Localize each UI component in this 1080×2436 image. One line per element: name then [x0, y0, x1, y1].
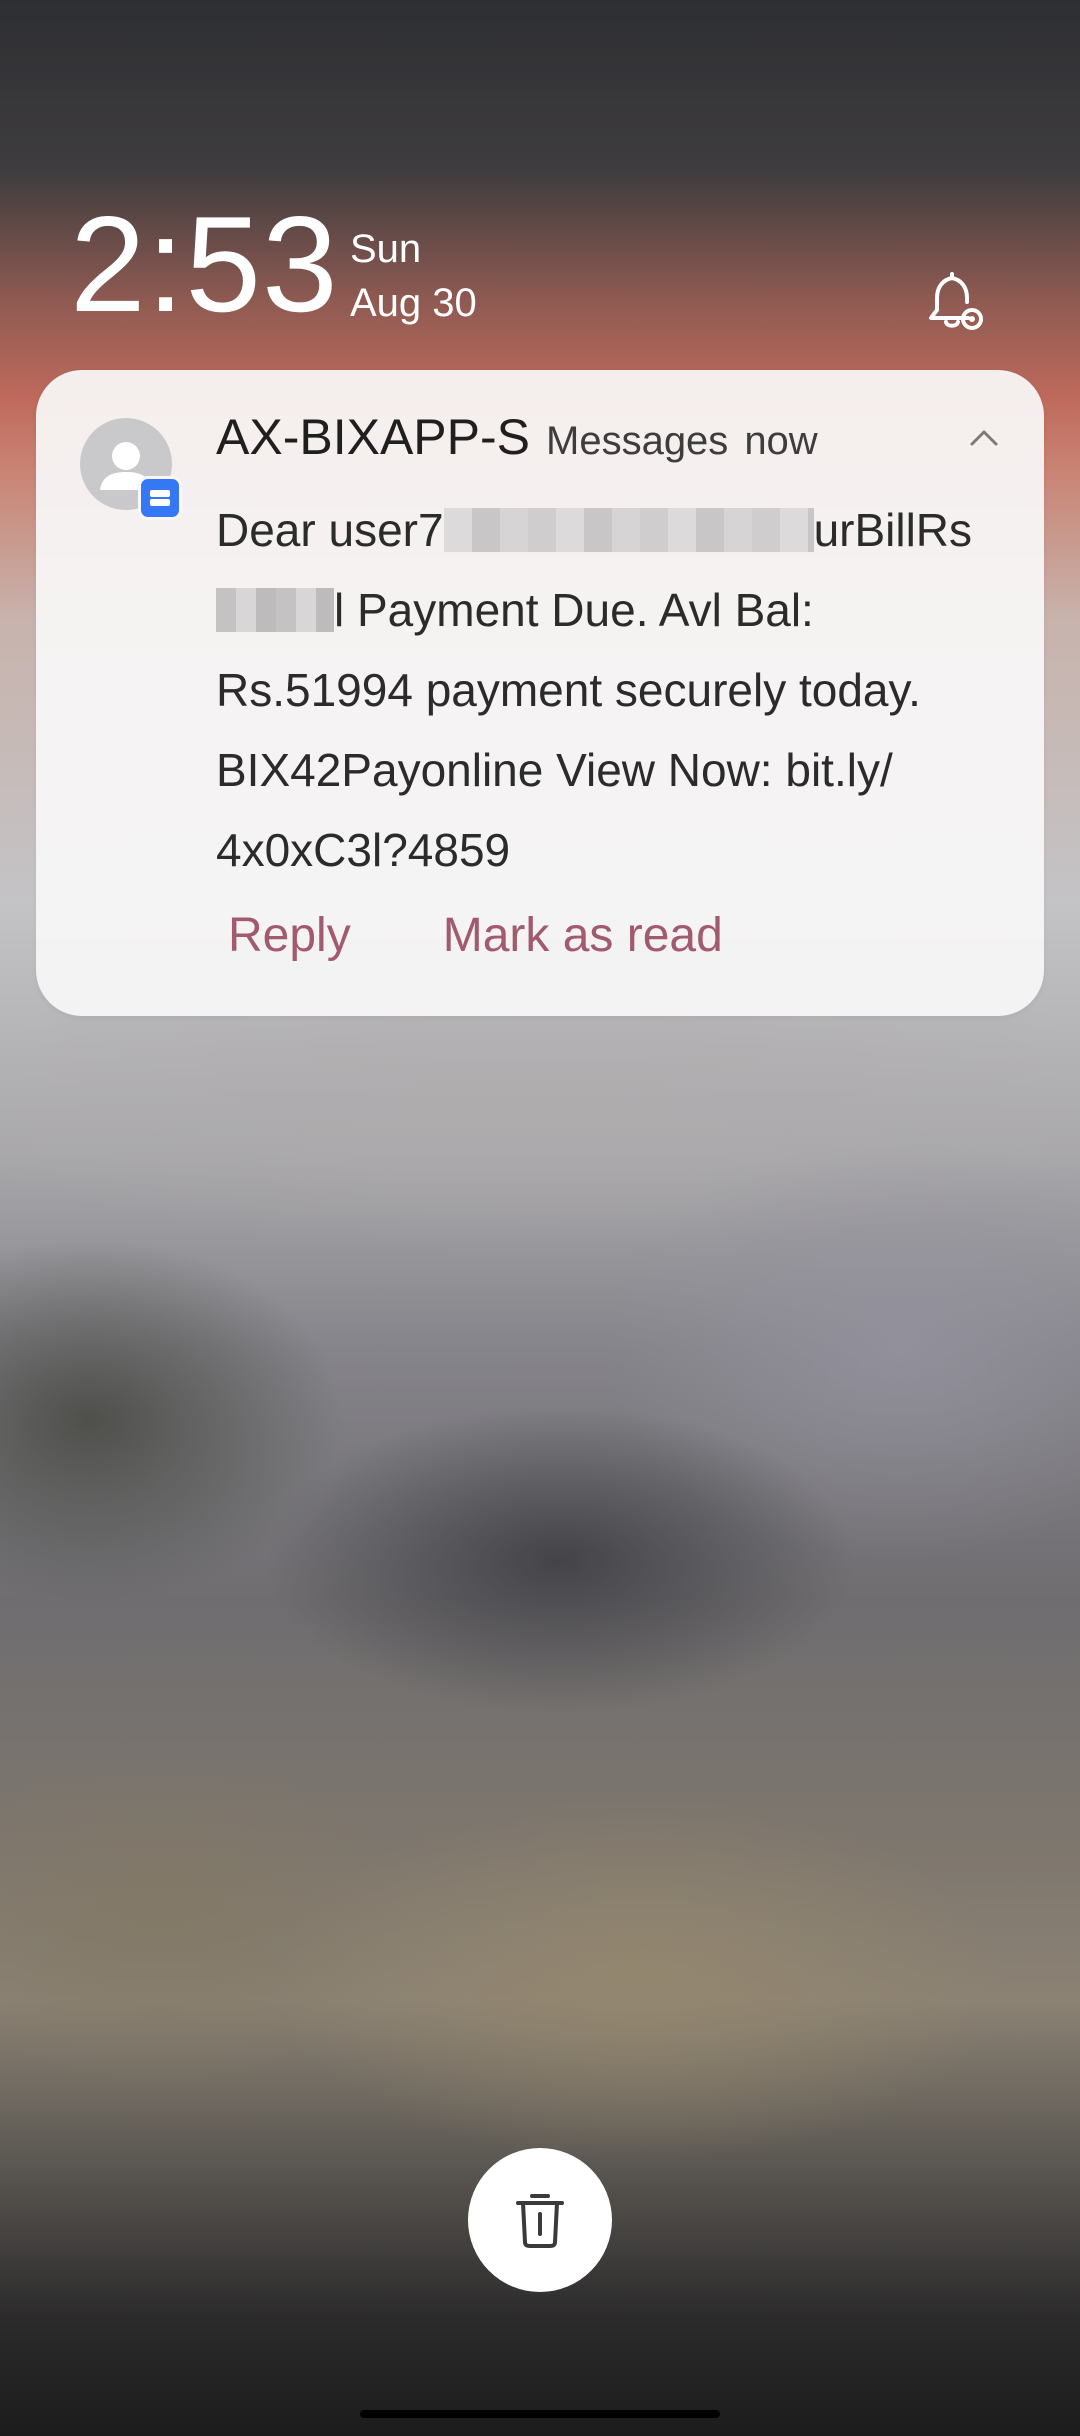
day-label: Sun [350, 227, 422, 271]
message-notification-card[interactable]: AX-BIXAPP-S Messages now Dear user7 urBil… [36, 370, 1044, 1016]
clear-notifications-button[interactable] [468, 2148, 612, 2292]
chevron-up-icon[interactable] [964, 422, 1004, 452]
message-line: l Payment Due. Avl Bal: [216, 570, 1016, 650]
date-block: Sun Aug 30 [350, 222, 477, 330]
message-line: Rs.51994 payment securely today. [216, 664, 921, 716]
clock-time: 2:53 [70, 188, 339, 340]
mark-as-read-button[interactable]: Mark as read [443, 908, 723, 963]
app-name: Messages [546, 419, 729, 463]
notification-actions: Reply Mark as read [228, 908, 723, 963]
redacted-text [216, 587, 334, 632]
sender-name: AX-BIXAPP-S [216, 409, 530, 465]
bell-settings-icon[interactable] [922, 268, 988, 334]
date-label: Aug 30 [350, 281, 477, 325]
message-line: Dear user7 urBillRs [216, 504, 973, 556]
message-line: BIX42Payonline View Now: bit.ly/ [216, 744, 893, 796]
reply-button[interactable]: Reply [228, 908, 351, 963]
notification-header: AX-BIXAPP-S Messages now [216, 408, 818, 478]
notification-time: now [744, 419, 818, 463]
message-body: Dear user7 urBillRs l Payment Due. Avl Ba… [216, 490, 1016, 890]
trash-icon [516, 2194, 564, 2248]
home-indicator[interactable] [360, 2410, 720, 2418]
message-icon [150, 490, 170, 506]
redacted-text [443, 507, 814, 552]
message-app-badge [138, 476, 182, 520]
message-line: 4x0xC3l?4859 [216, 824, 511, 876]
